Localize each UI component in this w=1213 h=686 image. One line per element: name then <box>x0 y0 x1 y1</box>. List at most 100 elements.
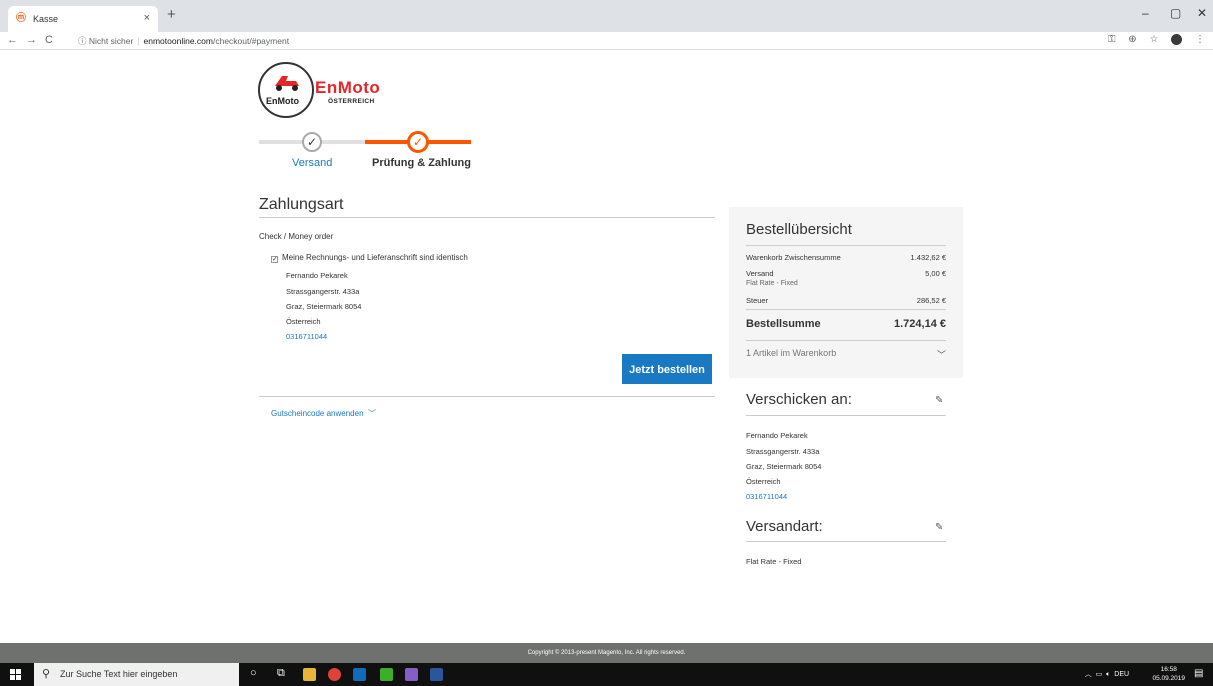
billing-city: Graz, Steiermark 8054 <box>286 302 362 311</box>
url-host: enmotoonline.com <box>143 36 213 46</box>
logo-circle-text: EnMoto <box>266 96 299 106</box>
reload-icon[interactable]: C <box>45 34 53 46</box>
url-path: /checkout/#payment <box>212 36 290 46</box>
divider <box>746 415 946 416</box>
step-payment-label: Prüfung & Zahlung <box>372 157 471 169</box>
divider <box>259 396 715 397</box>
logo-emblem: EnMoto <box>258 62 314 118</box>
windows-taskbar: ⚲ Zur Suche Text hier eingeben ○ ⧉ ︿ ▭ 🔈… <box>0 663 1213 686</box>
taskbar-clock[interactable]: 16:58 05.09.2019 <box>1152 665 1185 683</box>
checkout-progress-bar <box>259 140 471 144</box>
divider <box>746 245 946 246</box>
payment-title: Zahlungsart <box>259 196 344 213</box>
maximize-button[interactable]: ▢ <box>1170 6 1181 20</box>
subtotal-value: 1.432,62 € <box>910 253 946 262</box>
billing-phone-link[interactable]: 0316711044 <box>286 332 327 341</box>
network-icon[interactable]: ▭ <box>1096 671 1103 678</box>
profile-avatar[interactable] <box>1171 34 1183 45</box>
forward-icon[interactable]: → <box>26 34 37 46</box>
step-shipping-label[interactable]: Versand <box>292 157 332 169</box>
coupon-label: Gutscheincode anwenden <box>271 409 364 418</box>
security-label: Nicht sicher <box>88 36 134 46</box>
enmoto-logo[interactable]: EnMoto EnMoto ÖSTERREICH <box>258 62 388 120</box>
cart-count-label: 1 Artikel im Warenkorb <box>746 348 837 358</box>
logo-brand: EnMoto <box>315 78 381 97</box>
same-address-label: Meine Rechnungs- und Lieferanschrift sin… <box>282 253 468 262</box>
divider <box>746 309 946 310</box>
bookmark-star-icon[interactable]: ☆ <box>1149 34 1158 45</box>
menu-dots-icon[interactable]: ⋮ <box>1195 34 1205 45</box>
info-icon[interactable]: ⓘ <box>78 36 87 46</box>
ship-method-value: Flat Rate - Fixed <box>746 557 802 566</box>
file-explorer-icon[interactable] <box>303 668 316 681</box>
tax-value: 286,52 € <box>916 296 946 305</box>
divider <box>746 340 946 341</box>
chevron-down-icon: ﹀ <box>365 409 376 418</box>
page-footer: Copyright © 2013-present Magento, Inc. A… <box>0 643 1213 663</box>
step-shipping-check-icon[interactable]: ✓ <box>302 132 322 152</box>
ship-to-title: Verschicken an: <box>746 391 852 408</box>
ship-to-name: Fernando Pekarek <box>746 431 808 440</box>
chrome-icon[interactable] <box>328 668 341 681</box>
order-total-label: Bestellsumme <box>746 318 821 330</box>
ship-to-city: Graz, Steiermark 8054 <box>746 462 822 471</box>
shipping-method-label: Flat Rate - Fixed <box>746 280 798 287</box>
notification-icon[interactable]: ▤ <box>1194 668 1207 681</box>
coupon-toggle[interactable]: Gutscheincode anwenden ﹀ <box>271 408 376 419</box>
subtotal-row: Warenkorb Zwischensumme 1.432,62 € <box>746 253 946 262</box>
taskbar-search-input[interactable]: ⚲ Zur Suche Text hier eingeben <box>34 663 239 686</box>
order-total-value: 1.724,14 € <box>894 318 946 330</box>
tab-close-icon[interactable]: × <box>144 12 150 24</box>
same-address-checkbox-row[interactable]: ✓ Meine Rechnungs- und Lieferanschrift si… <box>271 253 468 263</box>
chevron-up-icon[interactable]: ︿ <box>1085 671 1092 678</box>
taskbar-search-placeholder: Zur Suche Text hier eingeben <box>60 669 178 679</box>
ship-to-phone-link[interactable]: 0316711044 <box>746 492 787 501</box>
search-icon: ⚲ <box>42 668 51 680</box>
language-indicator[interactable]: DEU <box>1114 671 1129 678</box>
cart-items-toggle[interactable]: 1 Artikel im Warenkorb ﹀ <box>746 348 946 360</box>
task-view-icon[interactable]: ⧉ <box>277 667 285 680</box>
payment-method-label[interactable]: Check / Money order <box>259 232 333 241</box>
app-icon[interactable] <box>380 668 393 681</box>
order-total-row: Bestellsumme 1.724,14 € <box>746 318 946 330</box>
tax-row: Steuer 286,52 € <box>746 296 946 305</box>
minimize-button[interactable]: – <box>1142 6 1149 20</box>
visual-studio-icon[interactable] <box>405 668 418 681</box>
edit-shipping-method-pencil-icon[interactable]: ✎ <box>935 522 943 533</box>
billing-country: Österreich <box>286 317 321 326</box>
magento-favicon-icon: ⓜ <box>16 13 26 24</box>
shipping-row: Versand Flat Rate - Fixed 5,00 € <box>746 269 946 287</box>
shipping-value: 5,00 € <box>925 269 946 278</box>
subtotal-label: Warenkorb Zwischensumme <box>746 253 841 262</box>
volume-icon[interactable]: 🔈︎ <box>1106 671 1110 678</box>
ship-to-country: Österreich <box>746 477 781 486</box>
tab-title: Kasse <box>33 14 59 24</box>
shipping-label: Versand <box>746 269 774 278</box>
tax-label: Steuer <box>746 296 769 305</box>
same-address-checkbox[interactable]: ✓ <box>271 256 278 263</box>
close-window-button[interactable]: ✕ <box>1197 6 1207 20</box>
zoom-icon[interactable]: ⊕ <box>1128 34 1136 45</box>
divider <box>746 541 946 542</box>
divider <box>259 217 715 218</box>
browser-tab-bar: ⓜ Kasse × + – ▢ ✕ <box>0 0 1213 32</box>
browser-tab[interactable]: ⓜ Kasse × <box>8 6 158 32</box>
step-payment-check-icon: ✓ <box>407 131 429 153</box>
word-icon[interactable] <box>430 668 443 681</box>
logo-subtitle: ÖSTERREICH <box>328 98 375 105</box>
place-order-button[interactable]: Jetzt bestellen <box>622 354 712 384</box>
new-tab-button[interactable]: + <box>167 6 176 23</box>
clock-time: 16:58 <box>1160 666 1177 673</box>
billing-street: Strassgangerstr. 433a <box>286 287 360 296</box>
ship-to-street: Strassgangerstr. 433a <box>746 447 820 456</box>
order-summary-title: Bestellübersicht <box>746 221 852 238</box>
url-field[interactable]: ⓘ Nicht sicher | enmotoonline.com/checkout… <box>78 33 1098 49</box>
outlook-icon[interactable] <box>353 668 366 681</box>
back-icon[interactable]: ← <box>7 34 18 46</box>
key-icon[interactable]: ⚿ <box>1108 34 1116 45</box>
cortana-icon[interactable]: ○ <box>250 667 257 679</box>
ship-method-title: Versandart: <box>746 518 823 535</box>
windows-start-icon[interactable] <box>10 669 21 680</box>
edit-shipping-address-pencil-icon[interactable]: ✎ <box>935 395 943 406</box>
chevron-down-icon: ﹀ <box>936 350 946 360</box>
